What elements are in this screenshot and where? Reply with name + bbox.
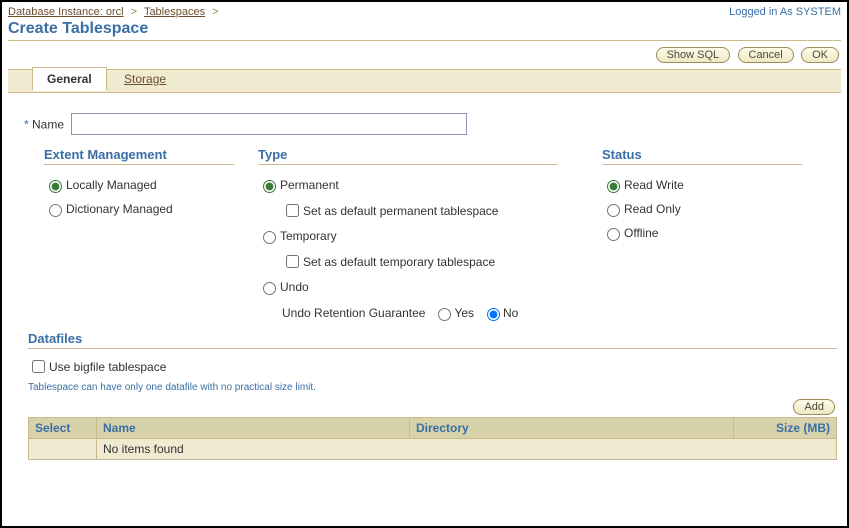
logged-in-label: Logged in As SYSTEM xyxy=(729,6,841,18)
status-readonly-radio[interactable] xyxy=(607,204,620,217)
status-heading: Status xyxy=(602,147,802,165)
bigfile-checkbox[interactable] xyxy=(32,360,45,373)
table-row: No items found xyxy=(29,439,837,460)
type-undo-label: Undo xyxy=(280,280,309,294)
extent-locally-radio[interactable] xyxy=(49,180,62,193)
tab-bar: General Storage xyxy=(8,69,841,93)
required-marker: * xyxy=(24,118,29,132)
default-permanent-checkbox[interactable] xyxy=(286,204,299,217)
default-temporary-label: Set as default temporary tablespace xyxy=(303,255,495,269)
breadcrumb-sep: > xyxy=(131,6,137,18)
tab-general[interactable]: General xyxy=(32,67,107,91)
bigfile-label: Use bigfile tablespace xyxy=(49,360,166,374)
type-permanent-label: Permanent xyxy=(280,178,339,192)
status-readonly-label: Read Only xyxy=(624,202,681,216)
status-readwrite-label: Read Write xyxy=(624,178,684,192)
col-size: Size (MB) xyxy=(734,418,837,439)
breadcrumb-instance-link[interactable]: Database Instance: orcl xyxy=(8,6,124,18)
col-select: Select xyxy=(29,418,97,439)
name-input[interactable] xyxy=(71,113,467,135)
name-label: Name xyxy=(32,118,64,132)
breadcrumb-tablespaces-link[interactable]: Tablespaces xyxy=(144,6,205,18)
tab-storage[interactable]: Storage xyxy=(110,68,180,90)
undo-no-label: No xyxy=(503,306,518,320)
extent-dictionary-label: Dictionary Managed xyxy=(66,202,173,216)
status-readwrite-radio[interactable] xyxy=(607,180,620,193)
col-name: Name xyxy=(97,418,410,439)
datafiles-heading: Datafiles xyxy=(28,331,837,349)
status-offline-radio[interactable] xyxy=(607,228,620,241)
breadcrumb: Database Instance: orcl > Tablespaces > … xyxy=(8,4,841,18)
add-button[interactable]: Add xyxy=(793,399,835,415)
undo-guarantee-label: Undo Retention Guarantee xyxy=(282,306,425,320)
undo-yes-radio[interactable] xyxy=(438,308,451,321)
datafiles-table: Select Name Directory Size (MB) No items… xyxy=(28,417,837,460)
undo-no-radio[interactable] xyxy=(487,308,500,321)
show-sql-button[interactable]: Show SQL xyxy=(656,47,731,63)
ok-button[interactable]: OK xyxy=(801,47,839,63)
bigfile-hint: Tablespace can have only one datafile wi… xyxy=(28,382,837,393)
type-temporary-label: Temporary xyxy=(280,229,337,243)
type-temporary-radio[interactable] xyxy=(263,231,276,244)
extent-dictionary-radio[interactable] xyxy=(49,204,62,217)
page-title: Create Tablespace xyxy=(8,20,841,38)
extent-locally-label: Locally Managed xyxy=(66,178,157,192)
undo-yes-label: Yes xyxy=(454,306,474,320)
empty-row: No items found xyxy=(97,439,837,460)
type-heading: Type xyxy=(258,147,558,165)
default-temporary-checkbox[interactable] xyxy=(286,255,299,268)
status-offline-label: Offline xyxy=(624,226,658,240)
col-directory: Directory xyxy=(410,418,734,439)
breadcrumb-sep: > xyxy=(212,6,218,18)
type-permanent-radio[interactable] xyxy=(263,180,276,193)
cancel-button[interactable]: Cancel xyxy=(738,47,794,63)
extent-heading: Extent Management xyxy=(44,147,234,165)
type-undo-radio[interactable] xyxy=(263,282,276,295)
default-permanent-label: Set as default permanent tablespace xyxy=(303,204,498,218)
